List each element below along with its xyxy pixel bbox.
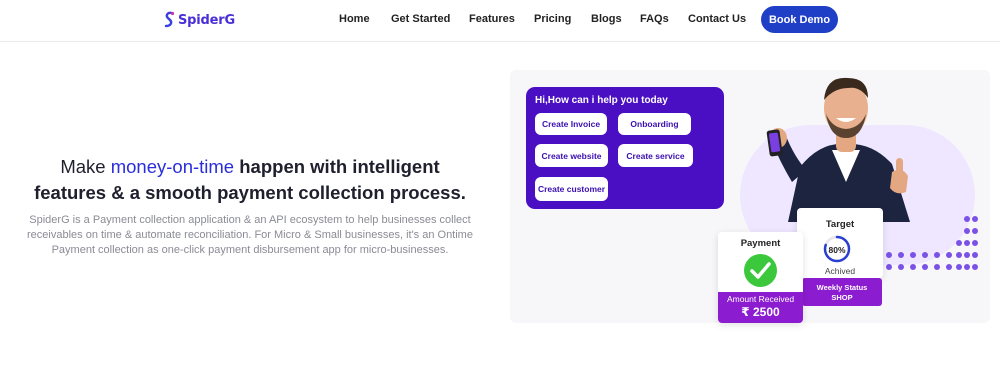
decorative-dot [972,240,978,246]
smiling-man-with-phone-image [766,77,910,222]
decorative-dot-grid [886,216,978,270]
nav-link-contact-us[interactable]: Contact Us [688,13,746,25]
decorative-dot [922,264,928,270]
decorative-dot [972,264,978,270]
hero-headline: Make money-on-time happen with intellige… [25,154,475,206]
decorative-dot [898,252,904,258]
nav-link-get-started[interactable]: Get Started [391,13,450,25]
chat-title: Hi,How can i help you today [535,95,668,106]
headline-accent: money-on-time [110,156,235,177]
nav-link-blogs[interactable]: Blogs [591,13,622,25]
decorative-dot [946,264,952,270]
nav-link-pricing[interactable]: Pricing [534,13,571,25]
decorative-dot [972,252,978,258]
chat-option-create-customer[interactable]: Create customer [535,177,608,201]
decorative-dot [910,264,916,270]
decorative-dot [964,228,970,234]
amount-received-value: ₹ 2500 [741,305,780,319]
nav-link-faqs[interactable]: FAQs [640,13,669,25]
decorative-dot [956,240,962,246]
amount-received-bar: Amount Received ₹ 2500 [718,292,803,323]
target-status: Achived [824,266,856,276]
decorative-dot [972,216,978,222]
chat-option-create-invoice[interactable]: Create Invoice [535,113,607,135]
decorative-dot [964,252,970,258]
nav-links: Home Get Started Features Pricing Blogs … [0,0,1000,42]
decorative-dot [964,240,970,246]
chat-option-create-service[interactable]: Create service [618,144,693,167]
weekly-status-line2: SHOP [831,293,853,302]
payment-title: Payment [740,238,781,249]
decorative-dot [886,252,892,258]
headline-prefix: Make [60,156,111,177]
amount-received-label: Amount Received [726,294,795,304]
weekly-status-badge: Weekly Status SHOP [802,278,882,306]
weekly-status-line1: Weekly Status [816,283,868,292]
decorative-dot [934,264,940,270]
nav-link-features[interactable]: Features [469,13,515,25]
target-progress-value: 80% [828,245,846,255]
decorative-dot [956,252,962,258]
decorative-dot [910,252,916,258]
chat-option-create-website[interactable]: Create website [535,144,608,167]
decorative-dot [964,216,970,222]
decorative-dot [964,264,970,270]
payment-card: Payment Amount Received ₹ 2500 [718,232,803,323]
decorative-dot [972,228,978,234]
book-demo-button[interactable]: Book Demo [761,6,838,33]
decorative-dot [946,252,952,258]
chatbot-panel: Hi,How can i help you today Create Invoi… [526,87,724,209]
target-card: Target 80% Achived [797,208,883,278]
hero-description: SpiderG is a Payment collection applicat… [27,214,473,256]
checkmark-circle-icon [744,254,777,287]
decorative-dot [922,252,928,258]
decorative-dot [898,264,904,270]
decorative-dot [956,264,962,270]
target-title: Target [825,219,855,230]
decorative-dot [886,264,892,270]
chat-option-onboarding[interactable]: Onboarding [618,113,691,135]
top-nav: SpiderG Home Get Started Features Pricin… [0,0,1000,42]
nav-link-home[interactable]: Home [339,13,370,25]
decorative-dot [934,252,940,258]
